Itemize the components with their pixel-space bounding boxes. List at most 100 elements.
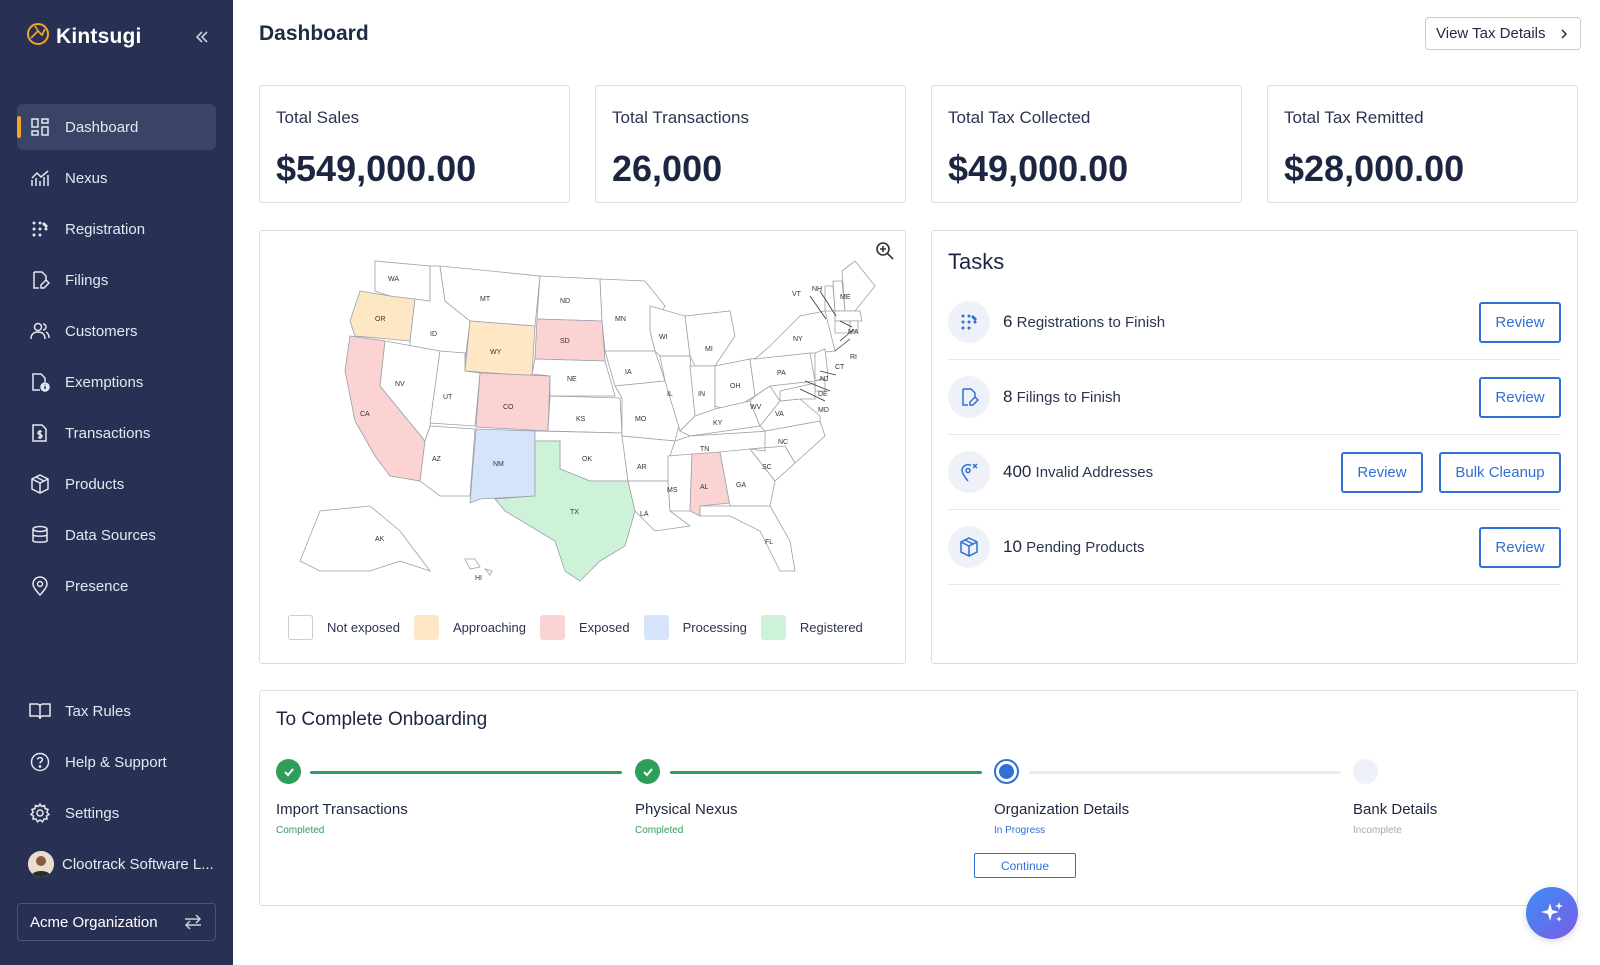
incomplete-icon	[1353, 759, 1378, 784]
state-label: VT	[792, 291, 802, 298]
state-label: CT	[835, 364, 845, 371]
state-label: OR	[375, 316, 386, 323]
sidebar-item-registration[interactable]: Registration	[17, 206, 216, 252]
legend-label: Not exposed	[327, 620, 400, 635]
task-count: 400	[1003, 462, 1032, 481]
state-label: NV	[395, 381, 405, 388]
sidebar-item-nexus[interactable]: Nexus	[17, 155, 216, 201]
task-count: 10	[1003, 537, 1022, 556]
state-label: CA	[360, 411, 370, 418]
state-label: OH	[730, 383, 741, 390]
legend-label: Approaching	[453, 620, 526, 635]
state-label: WA	[388, 276, 399, 283]
sidebar-item-label: Customers	[65, 322, 138, 340]
legend-item-not-exposed: Not exposed	[288, 615, 400, 640]
sidebar-item-data-sources[interactable]: Data Sources	[17, 512, 216, 558]
state-label: NH	[812, 286, 822, 293]
sidebar-item-customers[interactable]: Customers	[17, 308, 216, 354]
ai-assistant-button[interactable]	[1526, 887, 1578, 939]
state-label: LA	[640, 511, 649, 518]
stat-value: 26,000	[612, 148, 723, 189]
legend-swatch	[540, 615, 565, 640]
sidebar-item-label: Presence	[65, 577, 129, 595]
stat-label: Total Sales	[276, 108, 360, 127]
check-icon	[635, 759, 660, 784]
state-az	[419, 425, 476, 497]
state-label: UT	[443, 394, 453, 401]
stat-card-total-transactions: Total Transactions 26,000	[595, 85, 906, 203]
grid-dots-icon	[29, 218, 51, 240]
state-label: MD	[818, 407, 829, 414]
kintsugi-logo-icon	[26, 22, 50, 51]
user-name: Clootrack Software L...	[62, 855, 214, 873]
chevrons-left-icon	[195, 31, 208, 43]
state-ar	[621, 435, 676, 482]
us-states-map: WA OR CA ID NV MT WY UT CO AZ NM ND SD N…	[299, 260, 876, 582]
task-description: Registrations to Finish	[1016, 314, 1166, 331]
state-label: MT	[480, 296, 491, 303]
review-button[interactable]: Review	[1479, 301, 1561, 343]
review-button[interactable]: Review	[1341, 451, 1423, 493]
onboarding-card: To Complete Onboarding Import Transactio…	[259, 690, 1578, 906]
sidebar-nav-bottom: Tax Rules Help & Support Settings	[17, 688, 216, 841]
sidebar-item-filings[interactable]: Filings	[17, 257, 216, 303]
sidebar-item-exemptions[interactable]: Exemptions	[17, 359, 216, 405]
state-label: IL	[667, 391, 673, 398]
sidebar-nav: Dashboard Nexus Registration Filings Cus…	[17, 104, 216, 614]
collapse-sidebar-button[interactable]	[192, 27, 212, 47]
sidebar-item-transactions[interactable]: Transactions	[17, 410, 216, 456]
task-text: 6 Registrations to Finish	[1003, 312, 1463, 332]
bulk-cleanup-button[interactable]: Bulk Cleanup	[1439, 451, 1561, 493]
task-text: 10 Pending Products	[1003, 537, 1463, 557]
sidebar-item-help-support[interactable]: Help & Support	[17, 739, 216, 785]
sidebar-item-label: Tax Rules	[65, 702, 131, 720]
legend-label: Processing	[682, 620, 747, 635]
progress-line-pending	[1029, 771, 1341, 774]
task-description: Pending Products	[1026, 539, 1145, 556]
state-label: AZ	[432, 456, 442, 463]
file-dollar-icon	[29, 422, 51, 444]
nexus-map-card: WA OR CA ID NV MT WY UT CO AZ NM ND SD N…	[259, 230, 906, 664]
brand-logo[interactable]: Kintsugi	[26, 22, 142, 51]
view-tax-details-button[interactable]: View Tax Details	[1425, 17, 1581, 50]
state-me	[841, 260, 876, 312]
task-count: 8	[1003, 387, 1013, 406]
sidebar-item-products[interactable]: Products	[17, 461, 216, 507]
review-button[interactable]: Review	[1479, 526, 1561, 568]
review-button[interactable]: Review	[1479, 376, 1561, 418]
page-title: Dashboard	[259, 22, 369, 45]
state-ak	[299, 505, 432, 572]
state-label: TX	[570, 509, 579, 516]
sidebar-item-settings[interactable]: Settings	[17, 790, 216, 836]
state-label: ME	[840, 294, 851, 301]
task-count: 6	[1003, 312, 1013, 331]
sidebar-item-label: Products	[65, 475, 125, 493]
step-label: Import Transactions	[276, 801, 408, 818]
organization-switcher[interactable]: Acme Organization	[17, 903, 216, 941]
stat-label: Total Tax Collected	[948, 108, 1091, 127]
continue-button[interactable]: Continue	[974, 853, 1076, 878]
organization-name: Acme Organization	[30, 913, 158, 931]
user-profile[interactable]: Clootrack Software L...	[28, 851, 214, 877]
sidebar-item-presence[interactable]: Presence	[17, 563, 216, 609]
state-label: WV	[750, 404, 762, 411]
legend-label: Registered	[799, 620, 863, 635]
sidebar-item-dashboard[interactable]: Dashboard	[17, 104, 216, 150]
stat-card-total-tax-collected: Total Tax Collected $49,000.00	[931, 85, 1242, 203]
book-icon	[29, 700, 51, 722]
state-label: GA	[736, 482, 746, 489]
state-label: TN	[700, 446, 709, 453]
sidebar: Kintsugi Dashboard Nexus Registration Fi…	[0, 0, 233, 965]
legend-item-processing: Processing	[643, 615, 747, 640]
task-text: 8 Filings to Finish	[1003, 387, 1463, 407]
switch-arrows-icon	[184, 914, 202, 930]
state-label: SC	[762, 464, 772, 471]
sidebar-item-tax-rules[interactable]: Tax Rules	[17, 688, 216, 734]
map-legend: Not exposed Approaching Exposed Processi…	[288, 615, 877, 640]
sidebar-item-label: Registration	[65, 220, 146, 238]
stat-label: Total Tax Remitted	[1284, 108, 1424, 127]
sidebar-item-label: Nexus	[65, 169, 108, 187]
stat-value: $549,000.00	[276, 148, 477, 189]
task-description: Invalid Addresses	[1035, 464, 1154, 481]
state-label: NE	[567, 376, 577, 383]
